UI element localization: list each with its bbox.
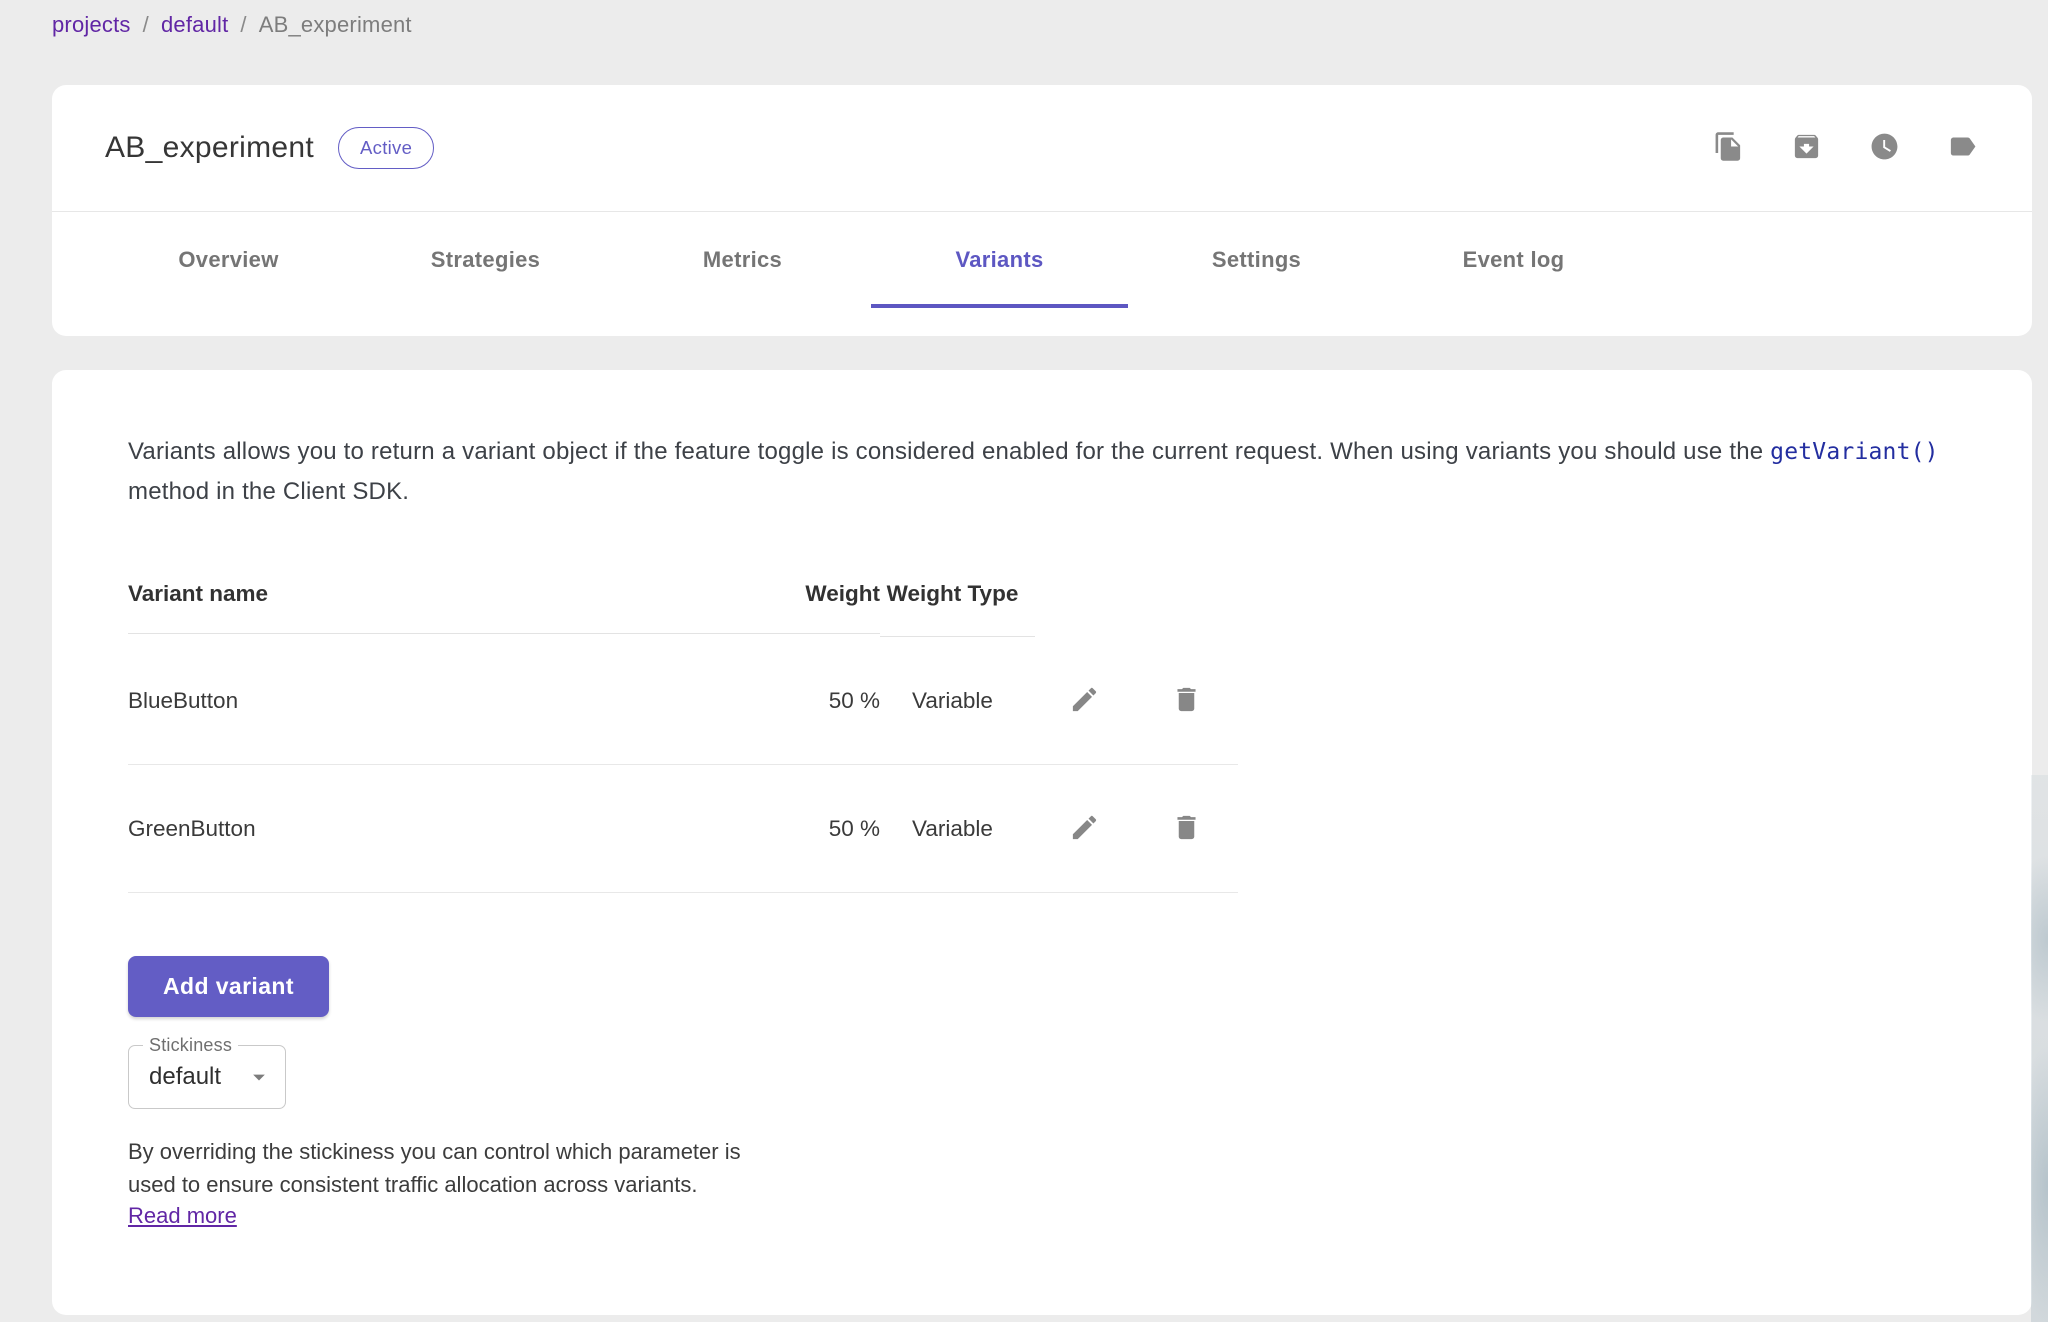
title-row: AB_experiment Active — [52, 85, 2032, 212]
edit-variant-button[interactable] — [1061, 677, 1109, 725]
feature-header-card: AB_experiment Active — [52, 85, 2032, 336]
chevron-down-icon — [245, 1063, 273, 1091]
breadcrumb-link-default[interactable]: default — [161, 12, 228, 38]
clock-icon — [1869, 131, 1900, 165]
tag-icon — [1947, 131, 1978, 165]
breadcrumb-separator: / — [240, 12, 246, 38]
add-variant-button[interactable]: Add variant — [128, 956, 329, 1017]
tab-label: Variants — [955, 247, 1043, 273]
variant-name: BlueButton — [128, 637, 740, 765]
variant-name: GreenButton — [128, 765, 740, 893]
background-texture — [2031, 775, 2048, 1322]
breadcrumb-link-projects[interactable]: projects — [52, 12, 131, 38]
variant-weight-type: Variable — [880, 637, 1035, 765]
breadcrumb-separator: / — [143, 12, 149, 38]
archive-icon — [1791, 131, 1822, 165]
tab-settings[interactable]: Settings — [1128, 212, 1385, 308]
breadcrumb-current: AB_experiment — [259, 12, 412, 38]
header-weight: Weight — [740, 555, 880, 634]
edit-variant-button[interactable] — [1061, 805, 1109, 853]
table-row: GreenButton 50 % Variable — [128, 765, 1238, 893]
pencil-icon — [1069, 812, 1100, 846]
tab-overview[interactable]: Overview — [100, 212, 357, 308]
variant-weight: 50 % — [740, 765, 880, 893]
table-row: BlueButton 50 % Variable — [128, 637, 1238, 765]
page: projects / default / AB_experiment AB_ex… — [0, 0, 2048, 1322]
stickiness-select[interactable]: Stickiness default — [128, 1045, 286, 1109]
active-tab-indicator — [871, 304, 1128, 308]
tab-metrics[interactable]: Metrics — [614, 212, 871, 308]
trash-icon — [1171, 812, 1202, 846]
header-weight-type: Weight Type — [880, 552, 1035, 637]
stickiness-value: default — [149, 1063, 221, 1091]
tab-event-log[interactable]: Event log — [1385, 212, 1642, 308]
breadcrumb: projects / default / AB_experiment — [52, 12, 412, 38]
header-spacer — [1134, 569, 1238, 621]
tab-strategies[interactable]: Strategies — [357, 212, 614, 308]
copy-icon — [1713, 131, 1744, 165]
tab-variants[interactable]: Variants — [871, 212, 1128, 308]
header-variant-name: Variant name — [128, 555, 740, 634]
stickiness-label: Stickiness — [143, 1035, 238, 1056]
page-title: AB_experiment — [105, 131, 314, 165]
archive-button[interactable] — [1790, 132, 1822, 164]
trash-icon — [1171, 684, 1202, 718]
delete-variant-button[interactable] — [1162, 805, 1210, 853]
tab-label: Event log — [1463, 247, 1565, 273]
tab-label: Strategies — [431, 247, 540, 273]
table-header: Variant name Weight Weight Type — [128, 552, 1238, 637]
variant-weight: 50 % — [740, 637, 880, 765]
read-more-link[interactable]: Read more — [128, 1203, 237, 1229]
variants-table: Variant name Weight Weight Type BlueButt… — [128, 552, 1238, 893]
variants-description: Variants allows you to return a variant … — [128, 432, 1968, 512]
variant-weight-type: Variable — [880, 765, 1035, 893]
pencil-icon — [1069, 684, 1100, 718]
tab-label: Overview — [178, 247, 278, 273]
tag-button[interactable] — [1946, 132, 1978, 164]
header-actions — [1712, 132, 1978, 164]
history-button[interactable] — [1868, 132, 1900, 164]
description-text: method in the Client SDK. — [128, 478, 409, 505]
copy-button[interactable] — [1712, 132, 1744, 164]
stickiness-help-text: By overriding the stickiness you can con… — [128, 1135, 773, 1201]
description-text: Variants allows you to return a variant … — [128, 438, 1770, 465]
table-body: BlueButton 50 % Variable — [128, 637, 1238, 893]
tab-label: Settings — [1212, 247, 1301, 273]
tabs: Overview Strategies Metrics Variants Set… — [52, 212, 2032, 336]
header-spacer — [1035, 569, 1134, 621]
code-getvariant: getVariant() — [1770, 439, 1939, 465]
status-badge: Active — [338, 127, 434, 169]
variants-panel: Variants allows you to return a variant … — [52, 370, 2032, 1315]
tab-label: Metrics — [703, 247, 782, 273]
delete-variant-button[interactable] — [1162, 677, 1210, 725]
